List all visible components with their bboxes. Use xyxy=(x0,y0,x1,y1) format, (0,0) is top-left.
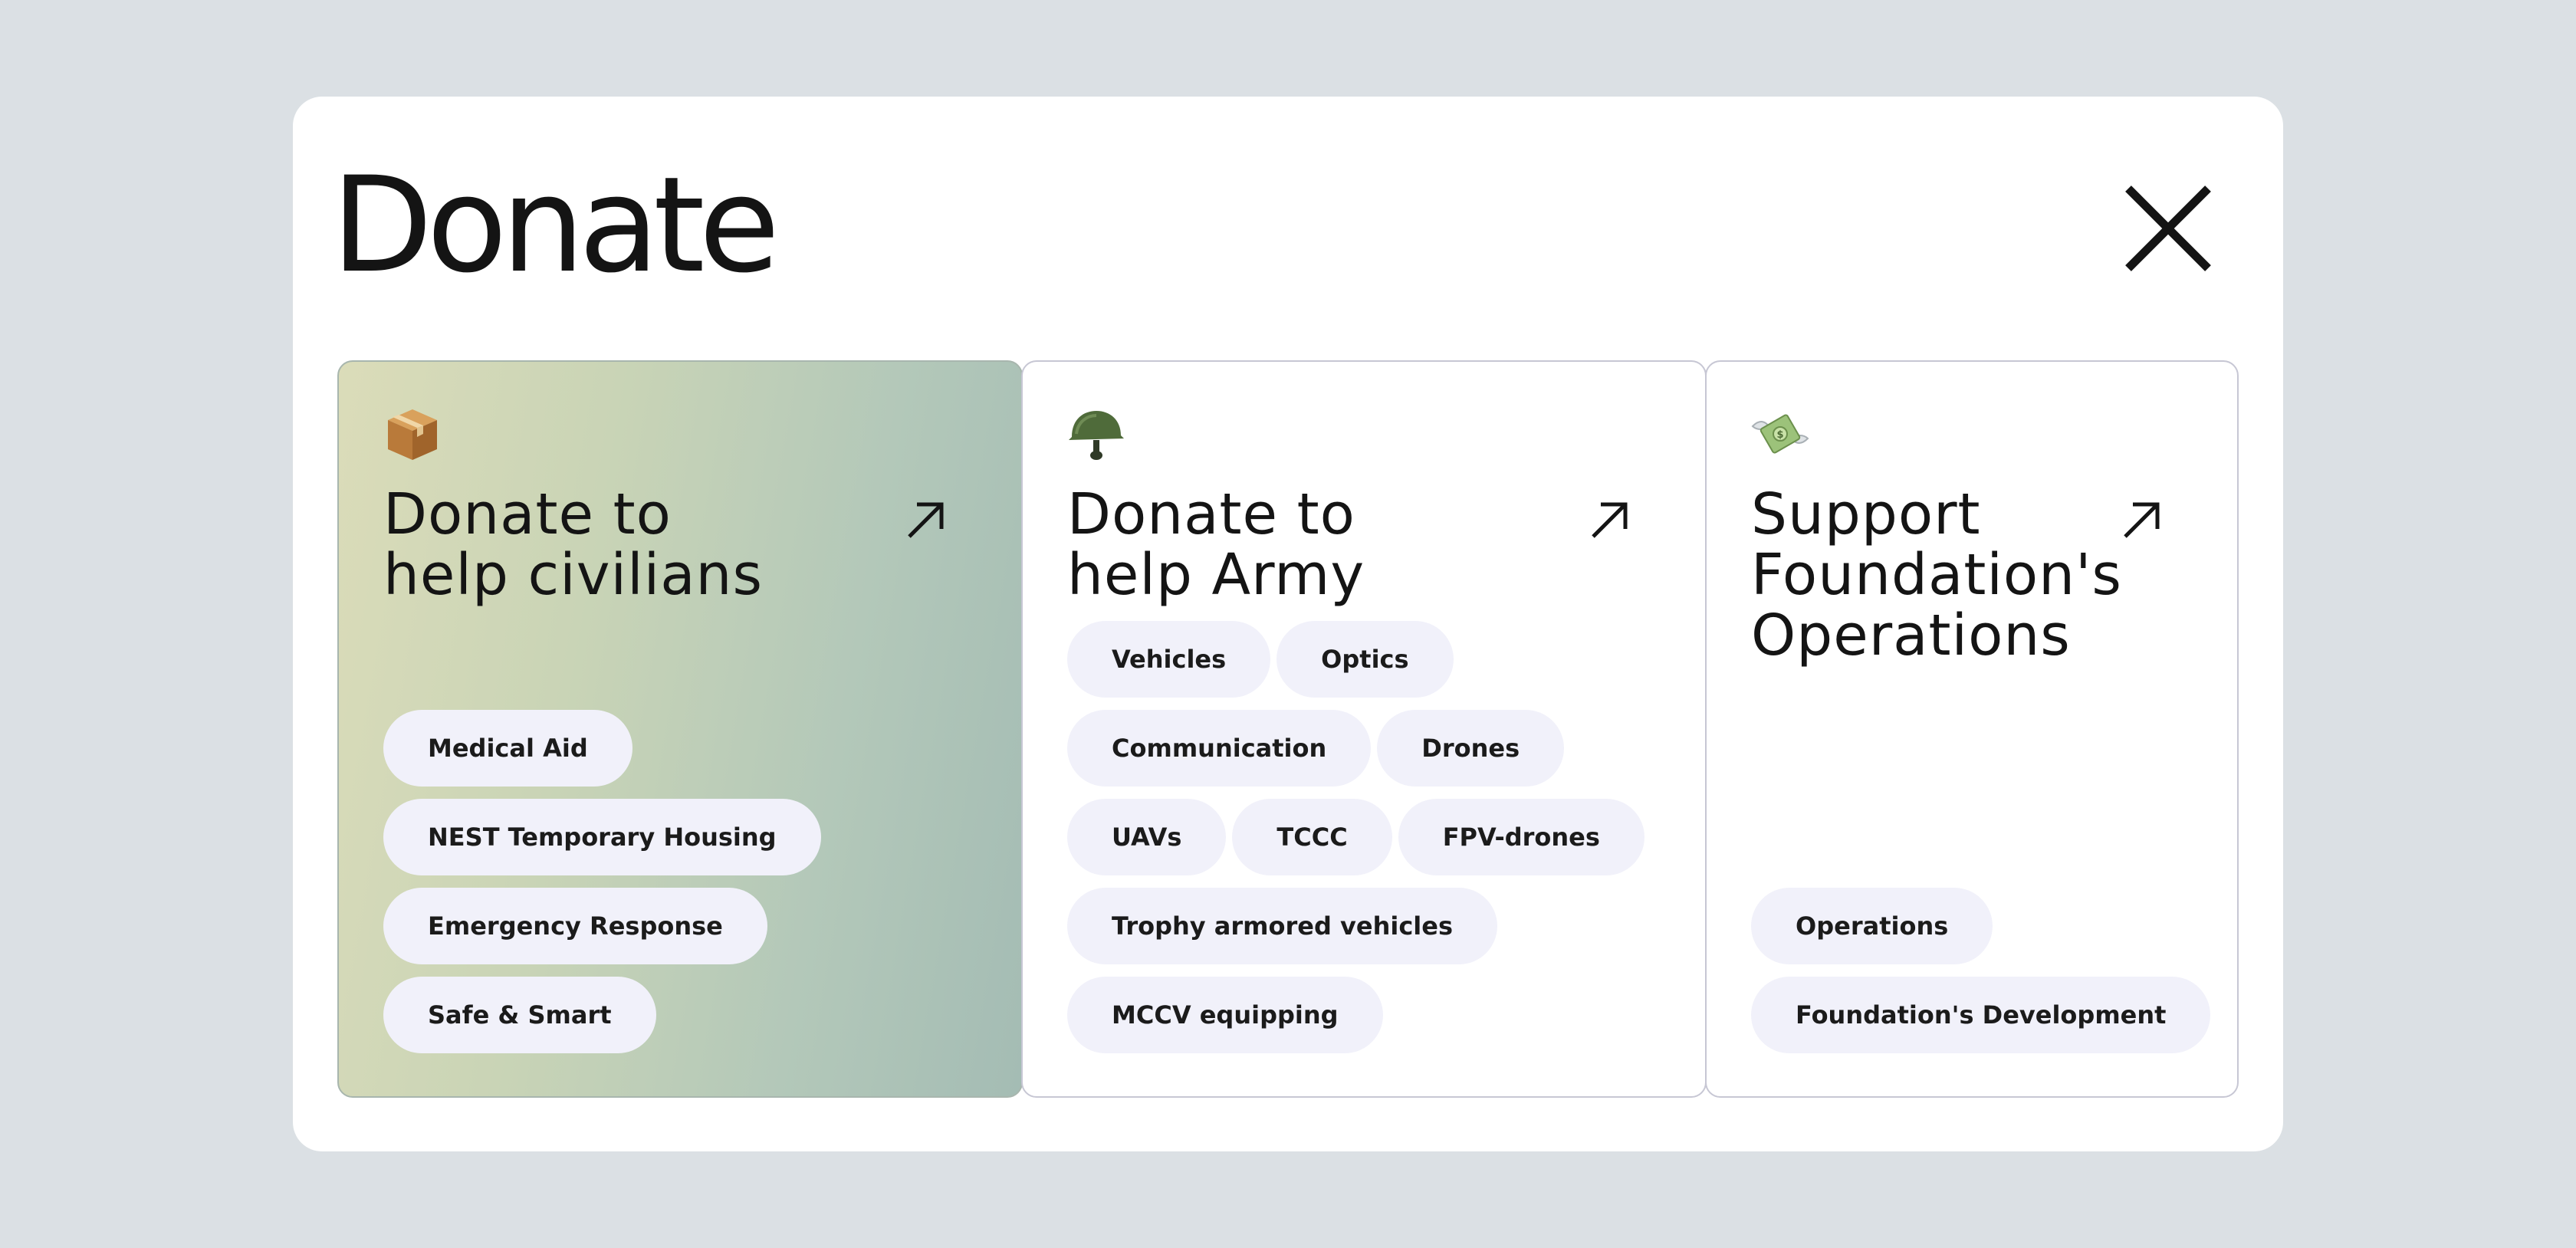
tag-emergency-response[interactable]: Emergency Response xyxy=(383,888,767,964)
card-title: Support Foundation's Operations xyxy=(1751,481,2122,668)
tag-list: Vehicles Optics Communication Drones UAV… xyxy=(1067,621,1674,1053)
close-x-icon xyxy=(2125,186,2211,271)
arrow-up-right-icon xyxy=(903,497,949,543)
military-helmet-icon xyxy=(1066,403,1127,465)
close-button[interactable] xyxy=(2118,178,2219,279)
tag-tccc[interactable]: TCCC xyxy=(1232,799,1392,875)
money-with-wings-icon: $ xyxy=(1750,403,1811,465)
tag-drones[interactable]: Drones xyxy=(1377,710,1565,787)
card-donate-civilians[interactable]: Donate to help civilians Medical Aid NES… xyxy=(337,360,1023,1098)
tag-medical-aid[interactable]: Medical Aid xyxy=(383,710,632,787)
tag-vehicles[interactable]: Vehicles xyxy=(1067,621,1271,698)
tag-foundations-development[interactable]: Foundation's Development xyxy=(1751,977,2211,1053)
tag-uavs[interactable]: UAVs xyxy=(1067,799,1227,875)
tag-safe-and-smart[interactable]: Safe & Smart xyxy=(383,977,656,1053)
card-title: Donate to help civilians xyxy=(383,481,763,608)
tag-fpv-drones[interactable]: FPV-drones xyxy=(1398,799,1644,875)
tag-list: Operations Foundation's Development xyxy=(1751,888,2211,1053)
tag-list: Medical Aid NEST Temporary Housing Emerg… xyxy=(383,710,991,1053)
tag-optics[interactable]: Optics xyxy=(1276,621,1454,698)
tag-trophy-armored-vehicles[interactable]: Trophy armored vehicles xyxy=(1067,888,1497,964)
card-title: Donate to help Army xyxy=(1067,481,1365,608)
arrow-up-right-icon xyxy=(2119,497,2165,543)
tag-nest-temporary-housing[interactable]: NEST Temporary Housing xyxy=(383,799,821,875)
tag-communication[interactable]: Communication xyxy=(1067,710,1372,787)
svg-text:$: $ xyxy=(1776,429,1783,441)
donate-modal: Donate Donate to help civilians Medical … xyxy=(293,97,2283,1151)
modal-title: Donate xyxy=(331,148,780,302)
tag-operations[interactable]: Operations xyxy=(1751,888,1993,964)
tag-mccv-equipping[interactable]: MCCV equipping xyxy=(1067,977,1383,1053)
card-donate-army[interactable]: Donate to help Army Vehicles Optics Comm… xyxy=(1021,360,1707,1098)
arrow-up-right-icon xyxy=(1587,497,1633,543)
package-box-icon xyxy=(382,403,443,465)
card-support-foundation[interactable]: $ Support Foundation's Operations Operat… xyxy=(1705,360,2239,1098)
